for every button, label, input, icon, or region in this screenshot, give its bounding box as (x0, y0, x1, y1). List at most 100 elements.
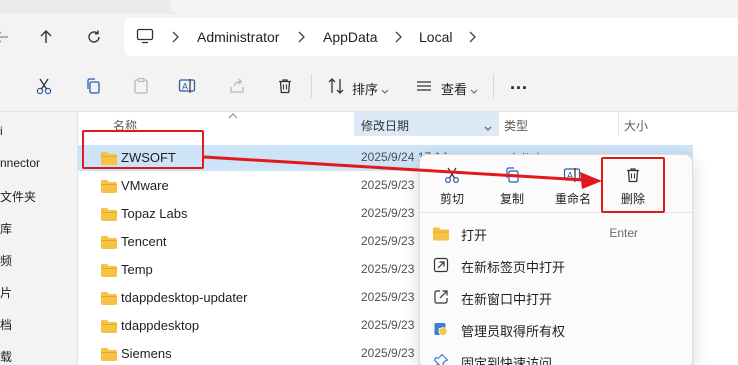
nav-item[interactable]: i (0, 124, 3, 138)
svg-text:A: A (182, 82, 188, 92)
pin-icon (432, 352, 450, 365)
folder-icon (101, 348, 117, 361)
column-header-name[interactable]: 名称 (78, 112, 354, 136)
chevron-down-icon[interactable] (484, 121, 492, 135)
menu-item-pin-quick-access[interactable]: 固定到快速访问 (420, 345, 692, 365)
file-date: 2025/9/23 (361, 234, 415, 248)
file-name: tdappdesktop (121, 318, 200, 333)
breadcrumb-administrator[interactable]: Administrator (197, 29, 279, 45)
column-header-size[interactable]: 大小 (619, 112, 738, 136)
chevron-down-icon (470, 82, 478, 100)
computer-icon (136, 28, 154, 49)
chevron-right-icon (391, 29, 405, 45)
up-arrow-icon[interactable] (34, 25, 58, 49)
rename-button[interactable]: A 重命名 (547, 161, 599, 211)
context-menu: 剪切 复制 A 重命名 删除 打开 Enter 在新标签页中打开 在新窗口中打开… (419, 154, 693, 365)
folder-icon (101, 264, 117, 277)
menu-item-open-new-window[interactable]: 在新窗口中打开 (420, 281, 692, 313)
file-date: 2025/9/23 (361, 290, 415, 304)
column-type-label: 类型 (504, 119, 529, 133)
more-options-button[interactable]: ... (510, 73, 528, 94)
copy-label: 复制 (499, 192, 524, 206)
nav-item[interactable]: 档 (0, 316, 12, 333)
column-date-label: 修改日期 (361, 119, 410, 133)
file-name: Topaz Labs (121, 206, 188, 221)
view-button[interactable]: 查看 (441, 79, 467, 98)
file-name: VMware (121, 178, 169, 193)
trash-icon (622, 165, 644, 185)
navigation-pane: i nnector 文件夹 库 频 片 档 载 (0, 112, 66, 365)
file-date: 2025/9/23 (361, 206, 415, 220)
nav-item[interactable]: 片 (0, 284, 12, 301)
column-size-label: 大小 (624, 119, 649, 133)
scissors-icon[interactable] (33, 75, 55, 97)
rename-icon[interactable]: A (177, 75, 199, 97)
nav-item[interactable]: 载 (0, 348, 12, 365)
file-date: 2025/9/23 (361, 318, 415, 332)
column-header-date[interactable]: 修改日期 (355, 112, 498, 136)
menu-item-take-ownership[interactable]: 管理员取得所有权 (420, 313, 692, 345)
view-list-icon[interactable] (413, 75, 435, 97)
refresh-icon[interactable] (82, 25, 106, 49)
nav-scrollbar[interactable] (66, 112, 78, 365)
menu-item-open-new-tab[interactable]: 在新标签页中打开 (420, 249, 692, 281)
chevron-right-icon (294, 29, 308, 45)
cut-button[interactable]: 剪切 (426, 161, 478, 211)
file-date: 2025/9/23 (361, 262, 415, 276)
cut-label: 剪切 (439, 192, 464, 206)
shortcut-hint: Enter (609, 226, 638, 240)
chevron-right-icon (465, 29, 479, 45)
tab-strip (0, 0, 738, 14)
copy-button[interactable]: 复制 (486, 161, 538, 211)
breadcrumb-appdata[interactable]: AppData (323, 29, 377, 45)
folder-icon (432, 224, 450, 242)
paste-icon (130, 75, 152, 97)
new-window-icon (432, 288, 450, 306)
nav-item[interactable]: 库 (0, 220, 12, 237)
file-name: Siemens (121, 346, 172, 361)
menu-item-open[interactable]: 打开 Enter (420, 217, 692, 249)
file-date: 2025/9/23 (361, 346, 415, 360)
folder-icon (101, 152, 117, 165)
back-arrow-icon[interactable] (0, 25, 14, 49)
menu-item-open-new-tab-label: 在新标签页中打开 (461, 260, 566, 275)
delete-button[interactable]: 删除 (607, 161, 659, 211)
copy-icon[interactable] (82, 75, 104, 97)
address-row: Administrator AppData Local (0, 14, 738, 60)
folder-icon (101, 236, 117, 249)
delete-label: 删除 (620, 192, 645, 206)
file-name: Tencent (121, 234, 167, 249)
file-name: ZWSOFT (121, 150, 176, 165)
menu-item-take-ownership-label: 管理员取得所有权 (461, 324, 566, 339)
rename-icon: A (562, 165, 584, 185)
address-bar[interactable]: Administrator AppData Local (124, 18, 738, 56)
nav-item[interactable]: nnector (0, 156, 40, 170)
toolbar-divider (311, 74, 312, 98)
file-name: Temp (121, 262, 153, 277)
folder-icon (101, 180, 117, 193)
column-name-label: 名称 (113, 119, 138, 133)
rename-label: 重命名 (554, 192, 591, 206)
chevron-down-icon (381, 82, 389, 100)
nav-item[interactable]: 文件夹 (0, 188, 36, 205)
scissors-icon (441, 165, 463, 185)
shield-icon (432, 320, 450, 338)
nav-item[interactable]: 频 (0, 252, 12, 269)
file-date: 2025/9/23 (361, 178, 415, 192)
sort-icon[interactable] (325, 75, 347, 97)
folder-icon (101, 320, 117, 333)
trash-icon[interactable] (274, 75, 296, 97)
copy-icon (501, 165, 523, 185)
sort-button[interactable]: 排序 (352, 79, 378, 98)
new-tab-icon (432, 256, 450, 274)
context-menu-quick-actions: 剪切 复制 A 重命名 删除 (420, 155, 692, 213)
file-name: tdappdesktop-updater (121, 290, 248, 305)
folder-icon (101, 292, 117, 305)
menu-item-open-label: 打开 (461, 228, 488, 243)
command-bar: A 排序 查看 ... (0, 60, 738, 112)
active-tab[interactable] (170, 0, 738, 14)
folder-icon (101, 208, 117, 221)
toolbar-divider (493, 74, 494, 98)
column-header-type[interactable]: 类型 (499, 112, 619, 136)
breadcrumb-local[interactable]: Local (419, 29, 452, 45)
